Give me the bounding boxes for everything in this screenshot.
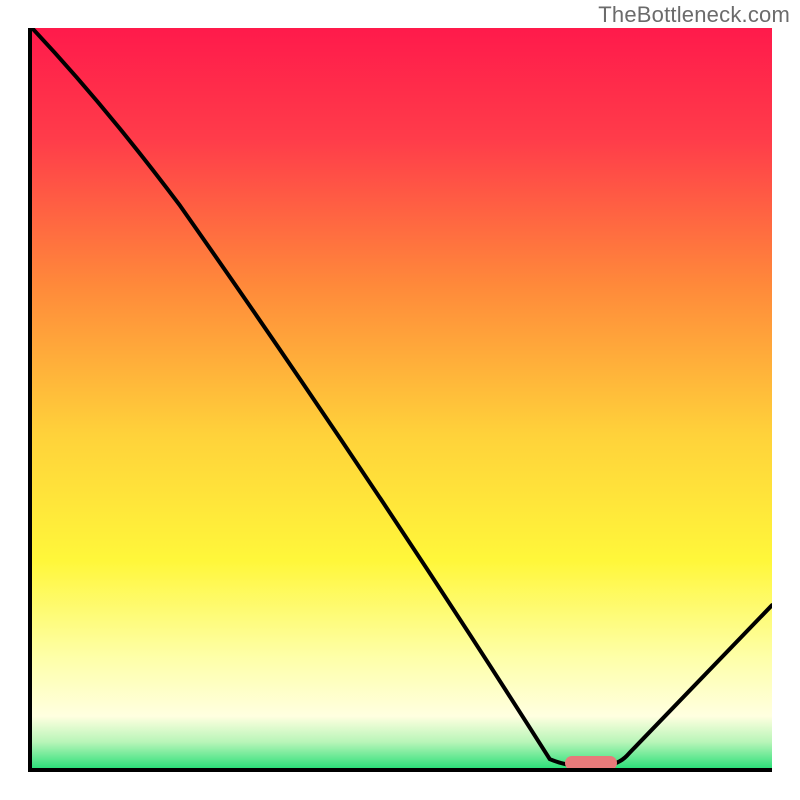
watermark-text: TheBottleneck.com: [598, 2, 790, 28]
chart-curve: [32, 28, 772, 768]
chart-marker: [565, 756, 617, 770]
chart-plot-area: [28, 28, 772, 772]
